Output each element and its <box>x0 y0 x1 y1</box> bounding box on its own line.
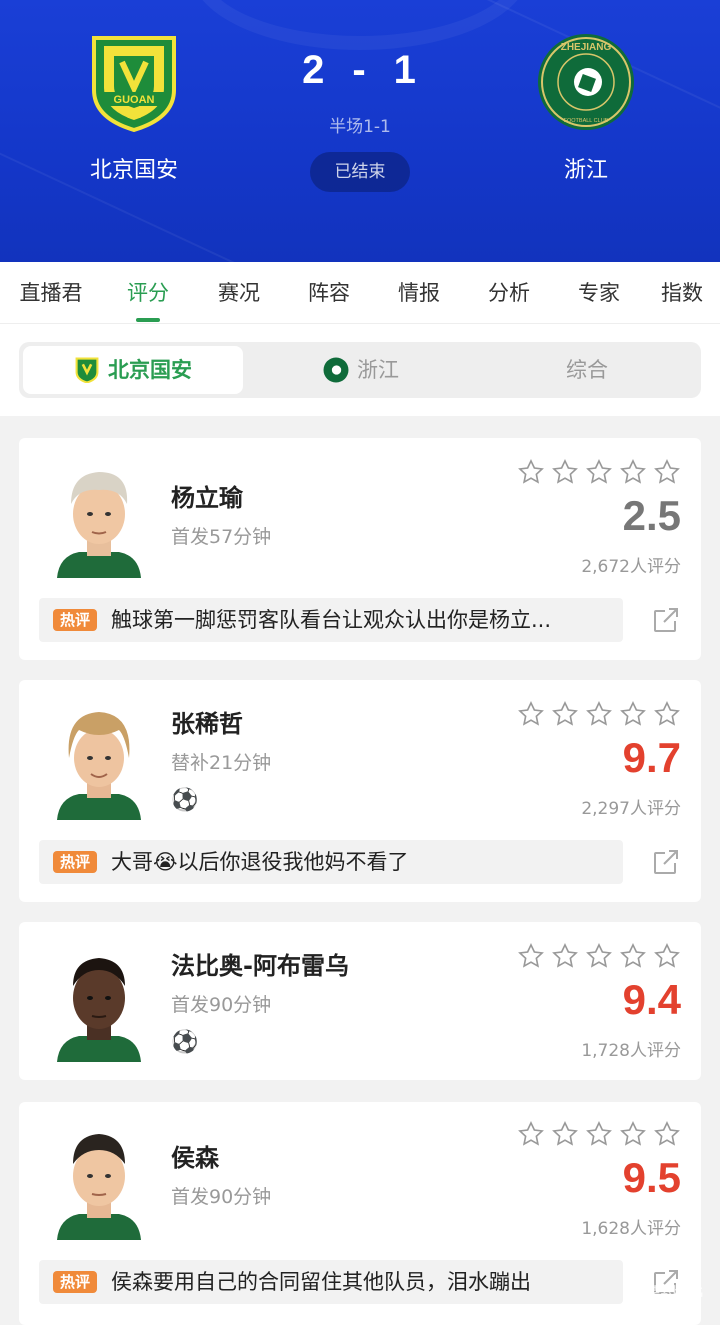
star-outline-icon <box>586 701 612 726</box>
hot-comment-badge: 热评 <box>53 851 97 873</box>
hot-comment-badge: 热评 <box>53 1271 97 1293</box>
rating-stars[interactable] <box>517 1120 681 1148</box>
star-outline-icon <box>620 459 646 484</box>
tab-experts[interactable]: 专家 <box>554 262 644 324</box>
star-outline-icon <box>654 1121 680 1146</box>
tab-odds[interactable]: 指数 <box>644 262 720 324</box>
segment-all[interactable]: 综合 <box>477 346 697 394</box>
star-outline-icon <box>518 943 544 968</box>
home-team-mini-logo <box>74 352 100 384</box>
home-logo-year: 1992 <box>127 114 141 120</box>
star-outline-icon <box>654 943 680 968</box>
away-logo-text: ZHEJIANG <box>561 42 612 53</box>
away-logo-sub: FOOTBALL CLUB <box>564 118 609 124</box>
star-outline-icon <box>586 943 612 968</box>
player-card[interactable]: 侯森 首发90分钟 9.5 1,628人评分 热评 侯森要用自己的合同留住其他队… <box>19 1102 701 1325</box>
segment-away[interactable]: 浙江 <box>251 346 471 394</box>
player-card[interactable]: 张稀哲 替补21分钟 ⚽ 9.7 2,297人评分 热评 大哥😭以后你退役我他妈… <box>19 680 701 902</box>
player-avatar <box>49 1120 149 1240</box>
segment-away-label: 浙江 <box>357 358 399 382</box>
segment-home[interactable]: 北京国安 <box>23 346 243 394</box>
tab-bar: 直播君 评分 赛况 阵容 情报 分析 专家 指数 <box>0 262 720 324</box>
share-icon[interactable] <box>651 605 681 635</box>
hot-comment[interactable]: 热评 侯森要用自己的合同留住其他队员，泪水蹦出 <box>39 1260 623 1304</box>
score-separator: - <box>352 48 368 92</box>
team-segmented-control: 北京国安 浙江 综合 <box>19 342 701 398</box>
rating-count: 1,628人评分 <box>581 1219 681 1239</box>
player-card[interactable]: 杨立瑜 首发57分钟 2.5 2,672人评分 热评 触球第一脚惩罚客队看台让观… <box>19 438 701 660</box>
star-outline-icon <box>586 459 612 484</box>
star-outline-icon <box>552 459 578 484</box>
watermark: 懂球帝 <box>637 1285 704 1310</box>
player-name: 侯森 <box>171 1144 219 1172</box>
player-minutes: 替补21分钟 <box>171 752 272 774</box>
star-outline-icon <box>518 459 544 484</box>
hot-comment-text: 大哥😭以后你退役我他妈不看了 <box>111 850 409 874</box>
player-minutes: 首发90分钟 <box>171 994 272 1016</box>
star-outline-icon <box>620 943 646 968</box>
segment-home-label: 北京国安 <box>108 358 192 382</box>
match-status-badge: 已结束 <box>310 152 410 192</box>
star-outline-icon <box>620 1121 646 1146</box>
tab-analysis[interactable]: 分析 <box>464 262 554 324</box>
away-team[interactable]: ZHEJIANG FOOTBALL CLUB 浙江 <box>486 32 686 184</box>
star-outline-icon <box>552 1121 578 1146</box>
tab-rating[interactable]: 评分 <box>102 262 194 324</box>
away-team-name: 浙江 <box>563 158 608 183</box>
hot-comment[interactable]: 热评 触球第一脚惩罚客队看台让观众认出你是杨立... <box>39 598 623 642</box>
away-score: 1 <box>393 48 418 92</box>
hot-comment-text: 侯森要用自己的合同留住其他队员，泪水蹦出 <box>111 1270 531 1294</box>
hot-comment[interactable]: 热评 大哥😭以后你退役我他妈不看了 <box>39 840 623 884</box>
match-header: GUOAN 1992 北京国安 2-1 半场1-1 已结束 ZHEJIANG F… <box>0 0 720 262</box>
player-avatar <box>49 700 149 820</box>
star-outline-icon <box>654 459 680 484</box>
star-outline-icon <box>518 1121 544 1146</box>
header-decoration <box>190 0 530 50</box>
team-filter-section: 北京国安 浙江 综合 <box>0 324 720 416</box>
away-team-mini-logo <box>323 352 349 383</box>
tab-intel[interactable]: 情报 <box>374 262 464 324</box>
active-tab-indicator <box>136 318 160 322</box>
player-avatar <box>49 942 149 1062</box>
score: 2-1 <box>260 48 460 93</box>
rating-count: 2,672人评分 <box>581 557 681 577</box>
soccer-ball-icon: ⚽ <box>171 788 199 813</box>
rating-stars[interactable] <box>517 700 681 728</box>
hot-comment-text: 触球第一脚惩罚客队看台让观众认出你是杨立... <box>111 608 552 632</box>
home-team-logo: GUOAN 1992 <box>84 32 184 133</box>
player-name: 张稀哲 <box>171 710 243 738</box>
player-minutes: 首发90分钟 <box>171 1186 272 1208</box>
player-rating: 2.5 <box>622 492 681 539</box>
home-team-name: 北京国安 <box>89 158 178 183</box>
player-name: 法比奥-阿布雷乌 <box>171 952 349 980</box>
player-rating: 9.7 <box>622 734 681 781</box>
tab-live[interactable]: 直播君 <box>0 262 102 324</box>
rating-count: 2,297人评分 <box>581 799 681 819</box>
star-outline-icon <box>620 701 646 726</box>
star-outline-icon <box>586 1121 612 1146</box>
star-outline-icon <box>654 701 680 726</box>
player-avatar <box>49 458 149 578</box>
home-team[interactable]: GUOAN 1992 北京国安 <box>34 32 234 184</box>
share-icon[interactable] <box>651 847 681 877</box>
tab-lineup[interactable]: 阵容 <box>284 262 374 324</box>
player-rating: 9.5 <box>622 1154 681 1201</box>
home-logo-text: GUOAN <box>114 94 155 106</box>
star-outline-icon <box>552 701 578 726</box>
tab-match-status[interactable]: 赛况 <box>194 262 284 324</box>
hot-comment-badge: 热评 <box>53 609 97 631</box>
home-score: 2 <box>302 48 327 92</box>
rating-stars[interactable] <box>517 942 681 970</box>
player-card[interactable]: 法比奥-阿布雷乌 首发90分钟 ⚽ 9.4 1,728人评分 <box>19 922 701 1080</box>
rating-stars[interactable] <box>517 458 681 486</box>
star-outline-icon <box>552 943 578 968</box>
halftime-score: 半场1-1 <box>329 117 391 137</box>
player-minutes: 首发57分钟 <box>171 526 272 548</box>
away-team-logo: ZHEJIANG FOOTBALL CLUB <box>536 32 636 132</box>
star-outline-icon <box>518 701 544 726</box>
soccer-ball-icon: ⚽ <box>171 1030 199 1055</box>
player-rating: 9.4 <box>622 976 681 1023</box>
rating-count: 1,728人评分 <box>581 1041 681 1061</box>
player-name: 杨立瑜 <box>171 484 243 512</box>
